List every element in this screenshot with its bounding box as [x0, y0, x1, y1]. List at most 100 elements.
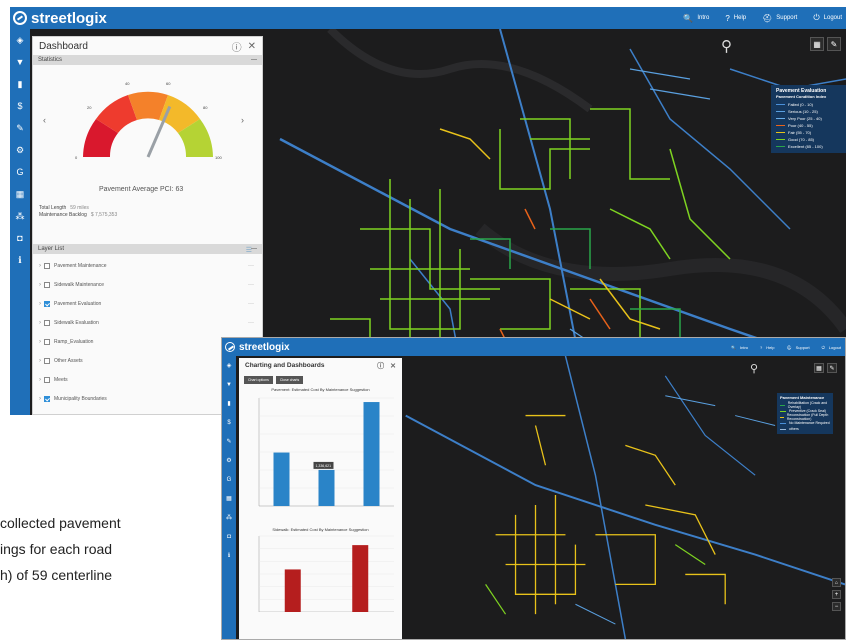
layers-icon[interactable]: ◈	[10, 29, 30, 51]
streetlogix-logo[interactable]: streetlogix	[13, 10, 107, 27]
legend-label: Reconstruction (Full Depth Reconstructio…	[786, 413, 829, 421]
nav-logout[interactable]: ⏻ Logout	[822, 345, 841, 350]
chevron-right-icon[interactable]: ›	[39, 339, 41, 345]
chart-bar[interactable]	[318, 469, 335, 506]
car-icon[interactable]: ◘	[222, 527, 236, 546]
legend-label: Serious (10 - 25)	[788, 109, 818, 114]
legend-swatch	[776, 146, 785, 147]
home-icon[interactable]: ⌂	[832, 578, 841, 587]
layer-checkbox[interactable]	[44, 395, 50, 402]
settings-icon[interactable]: ⚙	[10, 139, 30, 161]
layers-icon[interactable]: ◈	[222, 356, 236, 375]
streetlogix-logo[interactable]: streetlogix	[225, 342, 290, 353]
settings-icon[interactable]: ⚙	[222, 451, 236, 470]
total-length-row: Total Length 59 miles	[39, 205, 117, 212]
filter-icon[interactable]: ▼	[10, 51, 30, 73]
layer-item[interactable]: › Sidewalk Maintenance ···	[33, 275, 262, 294]
more-icon[interactable]: ···	[248, 282, 254, 288]
more-icon[interactable]: ···	[248, 320, 254, 326]
chevron-right-icon[interactable]: ›	[39, 263, 41, 269]
panel-info-icon[interactable]: ⓘ	[377, 361, 384, 371]
logo-text: streetlogix	[31, 9, 107, 27]
edit-icon[interactable]: ✎	[222, 432, 236, 451]
pencil-icon[interactable]: ✎	[827, 363, 837, 373]
legend-title: Pavement Maintenance	[780, 395, 825, 400]
close-icon[interactable]: ✕	[248, 41, 256, 52]
chevron-right-icon[interactable]: ›	[39, 320, 41, 326]
legend-swatch	[776, 118, 785, 119]
legend-label: others	[789, 427, 799, 431]
nav-logout[interactable]: ⏻ Logout	[813, 13, 842, 23]
bar-chart-icon[interactable]: ▮	[222, 394, 236, 413]
dollar-icon[interactable]: $	[222, 413, 236, 432]
edit-icon[interactable]: ✎	[10, 117, 30, 139]
layer-list-section-bar[interactable]: Layer List —	[33, 244, 262, 254]
charting-screenshot: streetlogix 🔍 Intro ? Help ⛑ Support ⏻ Logou…	[221, 337, 846, 640]
layer-checkbox[interactable]	[44, 281, 50, 288]
map-search-icon[interactable]: ⚲	[750, 362, 758, 375]
nav-support[interactable]: ⛑ Support	[762, 14, 797, 23]
bar-chart-icon[interactable]: ▮	[10, 73, 30, 95]
search-icon: 🔍	[683, 13, 694, 23]
layer-checkbox[interactable]	[44, 300, 50, 307]
chevron-right-icon[interactable]: ›	[39, 301, 41, 307]
prev-chevron-icon[interactable]: ‹	[43, 115, 46, 125]
panel-info-icon[interactable]: ⓘ	[232, 39, 242, 54]
legend-label: Rehabilitation (Crack and Overlay)	[787, 401, 828, 409]
building-icon[interactable]: ▦	[10, 183, 30, 205]
chevron-right-icon[interactable]: ›	[39, 282, 41, 288]
pencil-icon[interactable]: ✎	[827, 37, 841, 51]
g-icon[interactable]: G	[10, 161, 30, 183]
nav-help-label: Help	[766, 344, 775, 350]
dollar-icon[interactable]: $	[10, 95, 30, 117]
car-icon[interactable]: ◘	[10, 227, 30, 249]
chart-bar[interactable]	[352, 545, 369, 612]
legend-item: Failed (0 - 10)	[776, 101, 841, 108]
info-icon[interactable]: ℹ	[222, 546, 236, 565]
layer-checkbox[interactable]	[44, 357, 50, 364]
chevron-right-icon[interactable]: ›	[39, 377, 41, 383]
close-charts-button[interactable]: Close charts	[275, 376, 304, 384]
info-icon[interactable]: ℹ	[10, 249, 30, 271]
chart-bar[interactable]	[363, 402, 380, 506]
nav-intro[interactable]: 🔍 Intro	[731, 345, 748, 350]
caption-text: h) of 59 centerline	[0, 567, 113, 583]
grid-view-icon[interactable]: ▦	[814, 363, 824, 373]
statistics-section-bar[interactable]: Statistics —	[33, 55, 262, 65]
next-chevron-icon[interactable]: ›	[241, 115, 244, 125]
layer-item[interactable]: › Pavement Maintenance ···	[33, 256, 262, 275]
grid-view-icon[interactable]: ▦	[810, 37, 824, 51]
more-icon[interactable]: ···	[248, 263, 254, 269]
layer-checkbox[interactable]	[44, 262, 50, 269]
layer-item[interactable]: › Sidewalk Evaluation ···	[33, 313, 262, 332]
layer-item[interactable]: › Pavement Evaluation ···	[33, 294, 262, 313]
nav-help[interactable]: ? Help	[725, 14, 746, 23]
building-icon[interactable]: ▦	[222, 489, 236, 508]
close-icon[interactable]: ✕	[390, 362, 396, 370]
layer-checkbox[interactable]	[44, 319, 50, 326]
g-icon[interactable]: G	[222, 470, 236, 489]
layer-checkbox[interactable]	[44, 338, 50, 345]
network-icon[interactable]: ⁂	[10, 205, 30, 227]
filter-icon[interactable]: ▼	[222, 375, 236, 394]
nav-intro[interactable]: 🔍 Intro	[683, 14, 709, 23]
zoom-in-icon[interactable]: +	[832, 590, 841, 599]
chevron-right-icon[interactable]: ›	[39, 396, 41, 402]
chart-options-button[interactable]: Chart options	[244, 376, 273, 384]
collapse-icon[interactable]: —	[251, 57, 257, 63]
chart-bar[interactable]	[273, 452, 290, 506]
legend-label: Excellent (85 - 100)	[788, 144, 823, 149]
map-search-icon[interactable]: ⚲	[721, 37, 732, 55]
nav-support[interactable]: ⛑ Support	[787, 345, 810, 350]
layer-checkbox[interactable]	[44, 376, 50, 383]
nav-help[interactable]: ? Help	[760, 345, 774, 350]
list-options-icon[interactable]: ☰	[246, 246, 252, 254]
logo-icon	[225, 342, 235, 352]
chevron-right-icon[interactable]: ›	[39, 358, 41, 364]
logo-icon	[13, 11, 27, 25]
caption-line: ings for each road	[0, 539, 220, 559]
chart-bar[interactable]	[284, 569, 301, 612]
more-icon[interactable]: ···	[248, 301, 254, 307]
network-icon[interactable]: ⁂	[222, 508, 236, 527]
zoom-out-icon[interactable]: −	[832, 602, 841, 611]
